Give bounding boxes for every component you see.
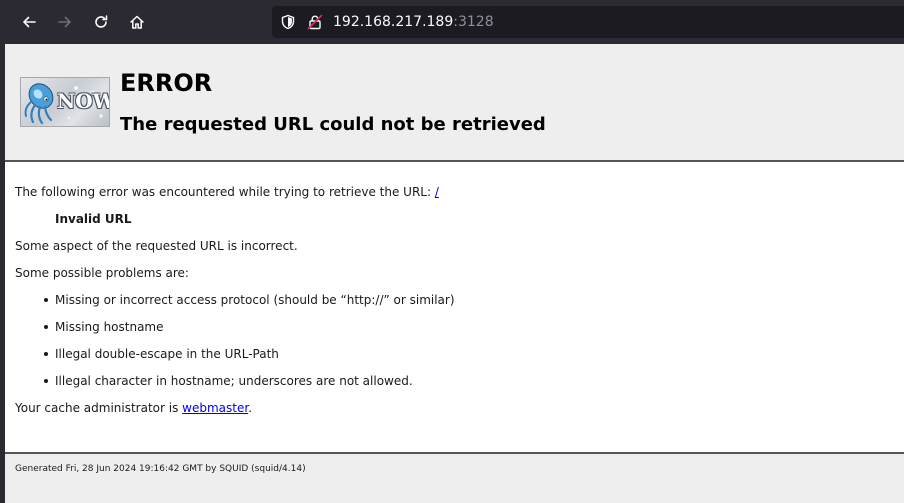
list-item: Missing hostname [44, 319, 164, 335]
url-host: 192.168.217.189 [333, 14, 454, 30]
logo-text: NOW [57, 89, 110, 113]
bullet-icon [44, 352, 48, 356]
error-header: NOW ERROR The requested URL could not be… [5, 44, 904, 162]
reload-icon [95, 15, 108, 28]
insecure-lock-icon[interactable] [307, 14, 323, 30]
admin-suffix: . [248, 401, 253, 415]
intro-text: The following error was encountered whil… [15, 185, 435, 199]
page-title: ERROR [120, 69, 213, 97]
shield-icon[interactable] [280, 14, 296, 30]
squid-now-logo: NOW [20, 77, 110, 127]
home-icon [130, 15, 144, 29]
forward-button[interactable] [50, 7, 80, 37]
forward-icon [58, 16, 71, 28]
list-item: Missing or incorrect access protocol (sh… [44, 292, 455, 308]
problems-heading: Some possible problems are: [15, 266, 189, 280]
footer: Generated Fri, 28 Jun 2024 19:16:42 GMT … [5, 452, 904, 503]
back-button[interactable] [14, 7, 44, 37]
back-icon [23, 16, 36, 28]
problem-text: Illegal character in hostname; underscor… [55, 374, 413, 388]
intro-line: The following error was encountered whil… [15, 184, 439, 200]
page-subtitle: The requested URL could not be retrieved [120, 114, 546, 135]
webmaster-link[interactable]: webmaster [182, 401, 248, 415]
page-content: NOW ERROR The requested URL could not be… [5, 44, 904, 503]
generated-by-text: Generated Fri, 28 Jun 2024 19:16:42 GMT … [15, 464, 306, 474]
error-description: Some aspect of the requested URL is inco… [15, 239, 298, 253]
home-button[interactable] [122, 7, 152, 37]
url-port: :3128 [453, 14, 494, 30]
admin-line: Your cache administrator is webmaster. [15, 400, 252, 416]
list-item: Illegal double-escape in the URL-Path [44, 346, 279, 362]
reload-button[interactable] [86, 7, 116, 37]
problem-text: Missing hostname [55, 320, 164, 334]
bullet-icon [44, 379, 48, 383]
requested-url-link[interactable]: / [435, 185, 439, 199]
error-name: Invalid URL [55, 212, 132, 226]
admin-text: Your cache administrator is [15, 401, 183, 415]
browser-toolbar: 192.168.217.189:3128 [0, 0, 904, 44]
problem-text: Illegal double-escape in the URL-Path [55, 347, 279, 361]
list-item: Illegal character in hostname; underscor… [44, 373, 413, 389]
url-text[interactable]: 192.168.217.189:3128 [333, 14, 494, 30]
address-bar[interactable]: 192.168.217.189:3128 [272, 6, 904, 38]
problem-text: Missing or incorrect access protocol (sh… [55, 293, 455, 307]
browser-window: 192.168.217.189:3128 NOW ERROR The reque… [0, 0, 904, 503]
bullet-icon [44, 325, 48, 329]
bullet-icon [44, 298, 48, 302]
